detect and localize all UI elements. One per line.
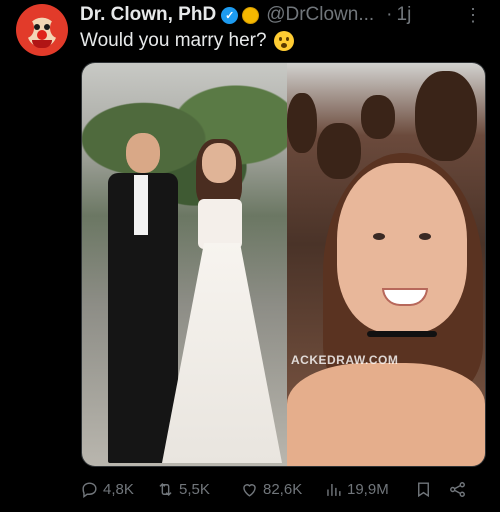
selfie-eye-right	[419, 233, 431, 240]
post-text: Would you marry her?	[80, 30, 294, 52]
author-handle[interactable]: @DrClown...	[266, 4, 374, 26]
media-bride	[162, 139, 282, 463]
verified-badge-icon[interactable]: ✓	[221, 6, 239, 24]
post-time[interactable]: 1j	[397, 4, 412, 26]
more-options-icon[interactable]: ⋮	[464, 5, 490, 26]
post-actions-bar: 4,8K 5,5K 82,6K 19,9M	[80, 474, 484, 504]
media-photo-left	[82, 63, 287, 466]
media-watermark: ACKEDRAW.COM	[291, 353, 399, 367]
repost-count: 5,5K	[179, 480, 210, 498]
background-face	[361, 95, 395, 139]
share-icon	[450, 481, 465, 497]
groom-shirt	[134, 175, 148, 235]
selfie-eye-left	[373, 233, 385, 240]
views-button[interactable]: 19,9M	[324, 480, 414, 499]
bride-head	[202, 143, 236, 183]
repost-button[interactable]: 5,5K	[156, 480, 240, 499]
bride-dress	[162, 243, 282, 463]
groom-head	[126, 133, 160, 173]
gold-badge-icon[interactable]	[242, 6, 260, 24]
views-count: 19,9M	[347, 480, 389, 498]
repost-icon	[159, 482, 172, 496]
bookmark-button[interactable]	[414, 480, 448, 499]
time-separator: ·	[386, 4, 393, 25]
like-button[interactable]: 82,6K	[240, 480, 324, 499]
background-face	[317, 123, 361, 179]
background-face	[287, 93, 317, 153]
avatar-hair-left	[18, 18, 34, 38]
selfie-choker	[367, 331, 437, 337]
reply-button[interactable]: 4,8K	[80, 480, 156, 499]
reply-count: 4,8K	[103, 480, 134, 498]
like-count: 82,6K	[263, 480, 303, 498]
author-avatar[interactable]	[16, 4, 68, 56]
views-chart-icon	[327, 483, 341, 496]
avatar-mouth	[32, 40, 52, 48]
avatar-hair-right	[50, 18, 66, 38]
selfie-face	[337, 163, 467, 333]
flushed-face-icon	[273, 31, 294, 51]
bride-torso	[198, 199, 242, 249]
post-media[interactable]: ACKEDRAW.COM	[81, 62, 486, 467]
background-face	[415, 71, 477, 161]
selfie-shoulders	[287, 363, 485, 466]
avatar-eye-right	[44, 24, 50, 30]
post-text-content: Would you marry her?	[80, 30, 267, 51]
post-header: Dr. Clown, PhD ✓ @DrClown... · 1j ⋮	[80, 2, 490, 28]
share-button[interactable]	[448, 480, 467, 499]
avatar-nose	[37, 30, 47, 40]
bookmark-icon	[418, 481, 429, 497]
media-photo-right: ACKEDRAW.COM	[287, 63, 485, 466]
author-display-name[interactable]: Dr. Clown, PhD	[80, 4, 216, 26]
avatar-eye-left	[34, 24, 40, 30]
reply-icon	[82, 481, 97, 498]
heart-icon	[243, 483, 256, 497]
